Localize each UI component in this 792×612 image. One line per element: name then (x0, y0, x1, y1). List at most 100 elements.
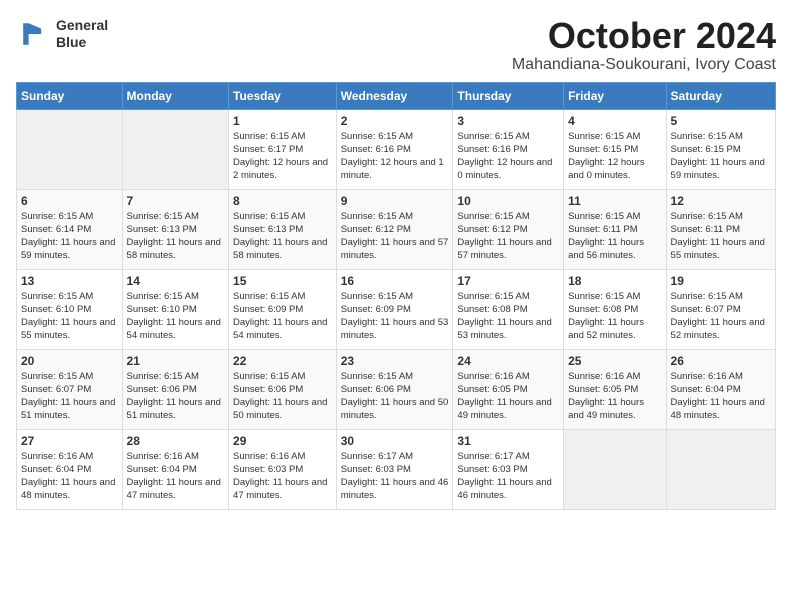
calendar-cell: 14 Sunrise: 6:15 AMSunset: 6:10 PMDayligh… (122, 269, 229, 349)
day-number: 4 (568, 114, 661, 128)
calendar-week-5: 27Sunrise: 6:16 AMSunset: 6:04 PMDayligh… (17, 429, 776, 509)
day-info: Sunrise: 6:15 AMSunset: 6:17 PMDaylight:… (233, 130, 332, 183)
calendar-cell: 31 Sunrise: 6:17 AMSunset: 6:03 PMDayligh… (453, 429, 564, 509)
day-info: Sunrise: 6:15 AMSunset: 6:09 PMDaylight:… (233, 290, 332, 343)
calendar-cell: 2 Sunrise: 6:15 AMSunset: 6:16 PMDaylight… (336, 109, 453, 189)
calendar-cell: 17 Sunrise: 6:15 AMSunset: 6:08 PMDayligh… (453, 269, 564, 349)
day-number: 23 (341, 354, 449, 368)
col-wednesday: Wednesday (336, 82, 453, 109)
calendar-cell: 16 Sunrise: 6:15 AMSunset: 6:09 PMDayligh… (336, 269, 453, 349)
day-number: 17 (457, 274, 559, 288)
month-title: October 2024 (512, 16, 776, 56)
day-number: 24 (457, 354, 559, 368)
day-number: 20 (21, 354, 118, 368)
calendar-cell: 3Sunrise: 6:15 AMSunset: 6:16 PMDaylight… (453, 109, 564, 189)
logo-line1: General (56, 17, 108, 34)
day-number: 25 (568, 354, 661, 368)
day-number: 9 (341, 194, 449, 208)
day-info: Sunrise: 6:15 AMSunset: 6:11 PMDaylight:… (671, 210, 771, 263)
day-number: 16 (341, 274, 449, 288)
day-info: Sunrise: 6:15 AMSunset: 6:06 PMDaylight:… (341, 370, 449, 423)
calendar-cell: 18 Sunrise: 6:15 AMSunset: 6:08 PMDayligh… (564, 269, 666, 349)
day-info: Sunrise: 6:15 AMSunset: 6:12 PMDaylight:… (457, 210, 559, 263)
day-info: Sunrise: 6:16 AMSunset: 6:04 PMDaylight:… (21, 450, 118, 503)
calendar-week-3: 13 Sunrise: 6:15 AMSunset: 6:10 PMDayligh… (17, 269, 776, 349)
calendar-cell: 13 Sunrise: 6:15 AMSunset: 6:10 PMDayligh… (17, 269, 123, 349)
day-info: Sunrise: 6:16 AMSunset: 6:05 PMDaylight:… (457, 370, 559, 423)
day-info: Sunrise: 6:15 AMSunset: 6:08 PMDaylight:… (457, 290, 559, 343)
calendar-cell: 20 Sunrise: 6:15 AMSunset: 6:07 PMDayligh… (17, 349, 123, 429)
day-number: 1 (233, 114, 332, 128)
location-title: Mahandiana-Soukourani, Ivory Coast (512, 56, 776, 74)
calendar-cell: 7 Sunrise: 6:15 AMSunset: 6:13 PMDaylight… (122, 189, 229, 269)
day-number: 12 (671, 194, 771, 208)
day-info: Sunrise: 6:15 AMSunset: 6:16 PMDaylight:… (341, 130, 449, 183)
calendar-cell: 19Sunrise: 6:15 AMSunset: 6:07 PMDayligh… (666, 269, 775, 349)
day-number: 8 (233, 194, 332, 208)
col-sunday: Sunday (17, 82, 123, 109)
col-monday: Monday (122, 82, 229, 109)
calendar-cell: 8 Sunrise: 6:15 AMSunset: 6:13 PMDaylight… (229, 189, 337, 269)
day-number: 31 (457, 434, 559, 448)
calendar-cell: 28 Sunrise: 6:16 AMSunset: 6:04 PMDayligh… (122, 429, 229, 509)
calendar-cell: 4 Sunrise: 6:15 AMSunset: 6:15 PMDaylight… (564, 109, 666, 189)
calendar-cell (17, 109, 123, 189)
day-number: 19 (671, 274, 771, 288)
day-number: 15 (233, 274, 332, 288)
calendar-week-4: 20 Sunrise: 6:15 AMSunset: 6:07 PMDayligh… (17, 349, 776, 429)
day-number: 29 (233, 434, 332, 448)
day-info: Sunrise: 6:15 AMSunset: 6:15 PMDaylight:… (671, 130, 771, 183)
day-info: Sunrise: 6:15 AMSunset: 6:10 PMDaylight:… (21, 290, 118, 343)
day-number: 10 (457, 194, 559, 208)
calendar-cell: 1 Sunrise: 6:15 AMSunset: 6:17 PMDaylight… (229, 109, 337, 189)
calendar-cell: 11Sunrise: 6:15 AMSunset: 6:11 PMDayligh… (564, 189, 666, 269)
day-info: Sunrise: 6:15 AMSunset: 6:06 PMDaylight:… (233, 370, 332, 423)
calendar-header: Sunday Monday Tuesday Wednesday Thursday… (17, 82, 776, 109)
calendar-cell: 12 Sunrise: 6:15 AMSunset: 6:11 PMDayligh… (666, 189, 775, 269)
title-area: October 2024 Mahandiana-Soukourani, Ivor… (512, 16, 776, 74)
calendar-cell (122, 109, 229, 189)
day-info: Sunrise: 6:16 AMSunset: 6:04 PMDaylight:… (671, 370, 771, 423)
logo-line2: Blue (56, 34, 108, 51)
day-number: 30 (341, 434, 449, 448)
day-info: Sunrise: 6:15 AMSunset: 6:07 PMDaylight:… (21, 370, 118, 423)
calendar-week-1: 1 Sunrise: 6:15 AMSunset: 6:17 PMDaylight… (17, 109, 776, 189)
day-number: 2 (341, 114, 449, 128)
day-info: Sunrise: 6:15 AMSunset: 6:09 PMDaylight:… (341, 290, 449, 343)
day-info: Sunrise: 6:15 AMSunset: 6:11 PMDaylight:… (568, 210, 661, 263)
day-info: Sunrise: 6:15 AMSunset: 6:12 PMDaylight:… (341, 210, 449, 263)
calendar-cell: 26 Sunrise: 6:16 AMSunset: 6:04 PMDayligh… (666, 349, 775, 429)
day-info: Sunrise: 6:15 AMSunset: 6:13 PMDaylight:… (233, 210, 332, 263)
day-info: Sunrise: 6:16 AMSunset: 6:04 PMDaylight:… (127, 450, 225, 503)
day-info: Sunrise: 6:16 AMSunset: 6:05 PMDaylight:… (568, 370, 661, 423)
col-thursday: Thursday (453, 82, 564, 109)
day-number: 3 (457, 114, 559, 128)
day-info: Sunrise: 6:15 AMSunset: 6:15 PMDaylight:… (568, 130, 661, 183)
day-info: Sunrise: 6:15 AMSunset: 6:10 PMDaylight:… (127, 290, 225, 343)
day-number: 22 (233, 354, 332, 368)
day-number: 26 (671, 354, 771, 368)
day-number: 5 (671, 114, 771, 128)
calendar-cell: 23 Sunrise: 6:15 AMSunset: 6:06 PMDayligh… (336, 349, 453, 429)
calendar-body: 1 Sunrise: 6:15 AMSunset: 6:17 PMDaylight… (17, 109, 776, 509)
day-info: Sunrise: 6:17 AMSunset: 6:03 PMDaylight:… (457, 450, 559, 503)
day-info: Sunrise: 6:15 AMSunset: 6:13 PMDaylight:… (127, 210, 225, 263)
logo: General Blue (16, 16, 108, 52)
calendar-cell: 25 Sunrise: 6:16 AMSunset: 6:05 PMDayligh… (564, 349, 666, 429)
day-number: 18 (568, 274, 661, 288)
day-number: 28 (127, 434, 225, 448)
day-number: 14 (127, 274, 225, 288)
day-info: Sunrise: 6:16 AMSunset: 6:03 PMDaylight:… (233, 450, 332, 503)
calendar-cell: 6Sunrise: 6:15 AMSunset: 6:14 PMDaylight… (17, 189, 123, 269)
day-number: 7 (127, 194, 225, 208)
day-info: Sunrise: 6:15 AMSunset: 6:08 PMDaylight:… (568, 290, 661, 343)
calendar-week-2: 6Sunrise: 6:15 AMSunset: 6:14 PMDaylight… (17, 189, 776, 269)
day-number: 13 (21, 274, 118, 288)
day-number: 21 (127, 354, 225, 368)
day-info: Sunrise: 6:17 AMSunset: 6:03 PMDaylight:… (341, 450, 449, 503)
calendar-cell: 5 Sunrise: 6:15 AMSunset: 6:15 PMDaylight… (666, 109, 775, 189)
col-friday: Friday (564, 82, 666, 109)
logo-icon (16, 16, 52, 52)
calendar-cell (564, 429, 666, 509)
calendar-cell: 15 Sunrise: 6:15 AMSunset: 6:09 PMDayligh… (229, 269, 337, 349)
